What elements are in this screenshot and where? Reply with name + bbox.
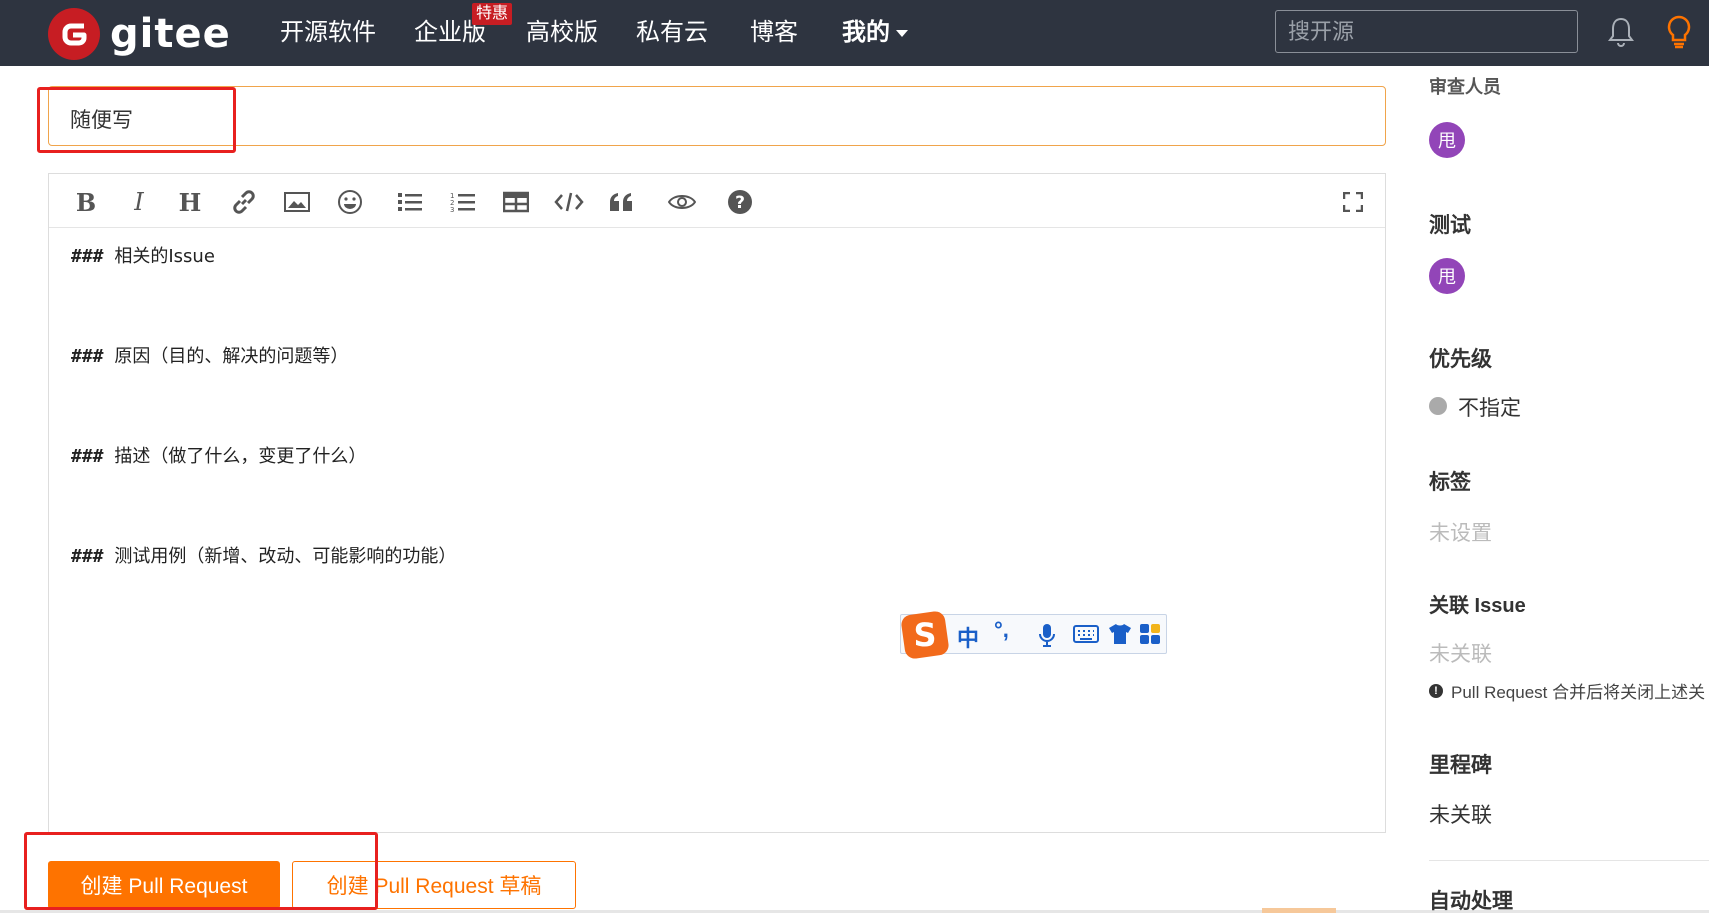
editor-line: ### 相关的Issue [71,246,215,267]
linked-issue-title: 关联 Issue [1429,595,1526,617]
create-draft-pr-button[interactable]: 创建 Pull Request 草稿 [292,861,576,909]
sidebar-divider [1429,860,1709,861]
search-input[interactable] [1275,10,1578,53]
ime-punct-label[interactable]: °, [994,617,1009,643]
nav-promo-badge: 特惠 [472,3,513,25]
testers-title: 测试 [1429,214,1471,237]
nav-open-source[interactable]: 开源软件 [280,16,376,50]
image-icon[interactable] [282,187,312,217]
table-icon[interactable] [501,187,531,217]
nav-education[interactable]: 高校版 [526,16,598,50]
labels-title: 标签 [1429,471,1471,494]
link-icon[interactable] [229,187,259,217]
priority-title: 优先级 [1429,348,1492,371]
milestone-value[interactable]: 未关联 [1429,799,1492,829]
priority-value[interactable]: 不指定 [1458,392,1521,422]
nav-blog[interactable]: 博客 [750,16,798,50]
keyboard-icon[interactable] [1073,623,1099,650]
info-icon: ! [1429,683,1443,698]
pr-title-value: 随便写 [70,109,133,132]
heading-icon[interactable]: H [175,187,205,217]
quote-icon[interactable] [607,187,637,217]
fullscreen-icon[interactable] [1338,187,1368,217]
gitee-logo-icon [48,8,100,60]
pr-title-input[interactable] [48,86,1386,146]
lightbulb-icon[interactable] [1665,14,1693,55]
nav-private-cloud[interactable]: 私有云 [636,16,708,50]
microphone-icon[interactable] [1038,623,1056,652]
milestone-title: 里程碑 [1429,754,1492,777]
reviewers-title: 审查人员 [1429,77,1501,97]
top-navbar: gitee 开源软件 企业版 特惠 高校版 私有云 博客 我的 [0,0,1709,66]
italic-icon[interactable]: I [124,187,154,217]
svg-text:?: ? [735,193,745,213]
unordered-list-icon[interactable] [395,187,425,217]
help-icon[interactable]: ? [725,187,755,217]
auto-process-title: 自动处理 [1429,890,1513,913]
bottom-scroll-accent [1262,908,1336,913]
linked-issue-value[interactable]: 未关联 [1429,638,1492,668]
nav-mine-label: 我的 [842,19,890,46]
svg-text:3: 3 [450,206,454,213]
editor-line: ### 描述（做了什么，变更了什么） [71,446,367,467]
chevron-down-icon [896,30,908,38]
sogou-logo-icon: S [901,611,949,659]
create-pr-button[interactable]: 创建 Pull Request [48,861,280,909]
brand-name: gitee [110,11,231,57]
ime-toolbar[interactable]: S 中 °, [900,611,1167,659]
editor-line: ### 原因（目的、解决的问题等） [71,346,349,367]
ordered-list-icon[interactable]: 123 [448,187,478,217]
svg-text:S: S [913,616,936,654]
emoji-icon[interactable] [335,187,365,217]
editor-line: ### 测试用例（新增、改动、可能影响的功能） [71,546,457,567]
gitee-logo[interactable]: gitee [48,8,231,60]
editor-toolbar: B I H 123 ? [49,174,1385,228]
nav-mine-menu[interactable]: 我的 [842,16,908,50]
toolbox-grid-icon[interactable] [1139,623,1161,650]
linked-issue-hint: ! Pull Request 合并后将关闭上述关 [1429,678,1705,703]
preview-icon[interactable] [667,187,697,217]
priority-dot-icon [1429,397,1447,415]
skin-shirt-icon[interactable] [1108,623,1132,650]
tester-avatar[interactable]: 甩 [1429,258,1465,294]
markdown-editor[interactable]: B I H 123 ? ### 相关的Issue ### 原因（目的、解决的问题… [48,173,1386,833]
ime-mode-label[interactable]: 中 [957,621,979,653]
code-icon[interactable] [554,187,584,217]
labels-value[interactable]: 未设置 [1429,517,1492,547]
bell-icon[interactable] [1608,16,1634,53]
reviewer-avatar[interactable]: 甩 [1429,122,1465,158]
bold-icon[interactable]: B [71,187,101,217]
